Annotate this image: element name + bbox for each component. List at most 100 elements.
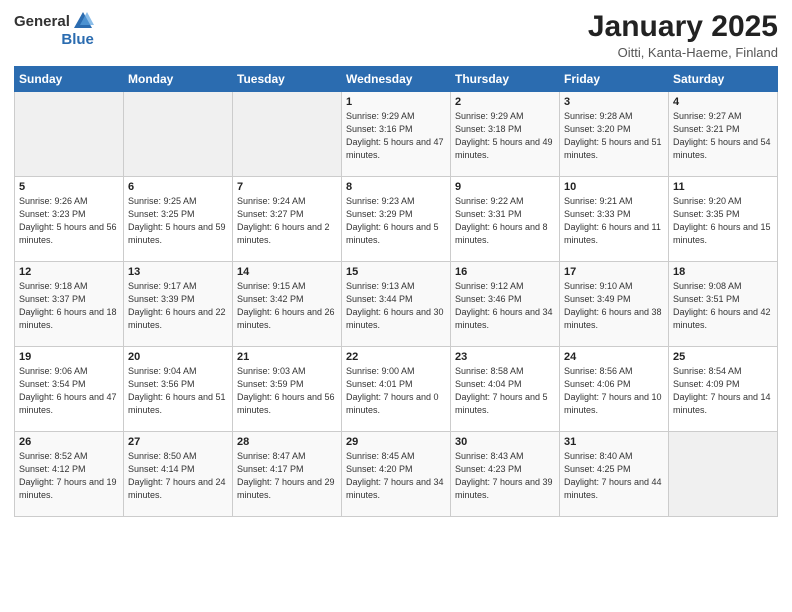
day-info: Sunrise: 8:47 AM Sunset: 4:17 PM Dayligh… xyxy=(237,450,337,502)
calendar-cell: 25 Sunrise: 8:54 AM Sunset: 4:09 PM Dayli… xyxy=(669,347,778,432)
header-sunday: Sunday xyxy=(15,67,124,92)
calendar-cell: 7 Sunrise: 9:24 AM Sunset: 3:27 PM Daylig… xyxy=(233,177,342,262)
calendar-cell: 19 Sunrise: 9:06 AM Sunset: 3:54 PM Dayli… xyxy=(15,347,124,432)
day-number: 3 xyxy=(564,96,664,108)
calendar-cell: 29Sunrise: 8:45 AM Sunset: 4:20 PM Dayli… xyxy=(342,432,451,517)
day-info: Sunrise: 8:56 AM Sunset: 4:06 PM Dayligh… xyxy=(564,365,664,417)
logo-blue: Blue xyxy=(61,32,94,47)
day-info: Sunrise: 8:43 AM Sunset: 4:23 PM Dayligh… xyxy=(455,450,555,502)
calendar-cell: 31Sunrise: 8:40 AM Sunset: 4:25 PM Dayli… xyxy=(560,432,669,517)
day-info: Sunrise: 9:04 AM Sunset: 3:56 PM Dayligh… xyxy=(128,365,228,417)
calendar-cell: 13 Sunrise: 9:17 AM Sunset: 3:39 PM Dayli… xyxy=(124,262,233,347)
day-info: Sunrise: 8:54 AM Sunset: 4:09 PM Dayligh… xyxy=(673,365,773,417)
day-number: 15 xyxy=(346,266,446,278)
day-info: Sunrise: 9:18 AM Sunset: 3:37 PM Dayligh… xyxy=(19,280,119,332)
day-info: Sunrise: 9:06 AM Sunset: 3:54 PM Dayligh… xyxy=(19,365,119,417)
day-info: Sunrise: 9:25 AM Sunset: 3:25 PM Dayligh… xyxy=(128,195,228,247)
calendar-cell: 17Sunrise: 9:10 AM Sunset: 3:49 PM Dayli… xyxy=(560,262,669,347)
day-info: Sunrise: 9:13 AM Sunset: 3:44 PM Dayligh… xyxy=(346,280,446,332)
calendar-cell: 9Sunrise: 9:22 AM Sunset: 3:31 PM Daylig… xyxy=(451,177,560,262)
calendar-cell: 11 Sunrise: 9:20 AM Sunset: 3:35 PM Dayli… xyxy=(669,177,778,262)
day-number: 18 xyxy=(673,266,773,278)
calendar-cell: 15 Sunrise: 9:13 AM Sunset: 3:44 PM Dayli… xyxy=(342,262,451,347)
calendar-cell: 28 Sunrise: 8:47 AM Sunset: 4:17 PM Dayli… xyxy=(233,432,342,517)
day-info: Sunrise: 9:08 AM Sunset: 3:51 PM Dayligh… xyxy=(673,280,773,332)
day-info: Sunrise: 8:50 AM Sunset: 4:14 PM Dayligh… xyxy=(128,450,228,502)
day-number: 16 xyxy=(455,266,555,278)
day-number: 25 xyxy=(673,351,773,363)
calendar-cell: 1 Sunrise: 9:29 AM Sunset: 3:16 PM Daylig… xyxy=(342,92,451,177)
calendar-week-4: 19 Sunrise: 9:06 AM Sunset: 3:54 PM Dayli… xyxy=(15,347,778,432)
day-info: Sunrise: 9:17 AM Sunset: 3:39 PM Dayligh… xyxy=(128,280,228,332)
calendar-cell: 2 Sunrise: 9:29 AM Sunset: 3:18 PM Daylig… xyxy=(451,92,560,177)
calendar-cell: 6 Sunrise: 9:25 AM Sunset: 3:25 PM Daylig… xyxy=(124,177,233,262)
calendar-cell: 12 Sunrise: 9:18 AM Sunset: 3:37 PM Dayli… xyxy=(15,262,124,347)
day-info: Sunrise: 9:29 AM Sunset: 3:16 PM Dayligh… xyxy=(346,110,446,162)
day-number: 31 xyxy=(564,436,664,448)
day-info: Sunrise: 9:03 AM Sunset: 3:59 PM Dayligh… xyxy=(237,365,337,417)
calendar-cell: 8 Sunrise: 9:23 AM Sunset: 3:29 PM Daylig… xyxy=(342,177,451,262)
calendar-week-2: 5 Sunrise: 9:26 AM Sunset: 3:23 PM Daylig… xyxy=(15,177,778,262)
calendar-cell: 27Sunrise: 8:50 AM Sunset: 4:14 PM Dayli… xyxy=(124,432,233,517)
calendar-cell: 18 Sunrise: 9:08 AM Sunset: 3:51 PM Dayli… xyxy=(669,262,778,347)
header-thursday: Thursday xyxy=(451,67,560,92)
day-info: Sunrise: 9:26 AM Sunset: 3:23 PM Dayligh… xyxy=(19,195,119,247)
calendar-cell xyxy=(233,92,342,177)
calendar-cell: 20 Sunrise: 9:04 AM Sunset: 3:56 PM Dayli… xyxy=(124,347,233,432)
day-number: 13 xyxy=(128,266,228,278)
weekday-header-row: Sunday Monday Tuesday Wednesday Thursday… xyxy=(15,67,778,92)
calendar-cell: 14Sunrise: 9:15 AM Sunset: 3:42 PM Dayli… xyxy=(233,262,342,347)
day-number: 30 xyxy=(455,436,555,448)
day-number: 26 xyxy=(19,436,119,448)
day-info: Sunrise: 9:22 AM Sunset: 3:31 PM Dayligh… xyxy=(455,195,555,247)
day-number: 12 xyxy=(19,266,119,278)
day-number: 10 xyxy=(564,181,664,193)
calendar-subtitle: Oitti, Kanta-Haeme, Finland xyxy=(588,45,778,60)
calendar-cell: 30 Sunrise: 8:43 AM Sunset: 4:23 PM Dayli… xyxy=(451,432,560,517)
day-number: 2 xyxy=(455,96,555,108)
day-info: Sunrise: 9:24 AM Sunset: 3:27 PM Dayligh… xyxy=(237,195,337,247)
day-info: Sunrise: 9:21 AM Sunset: 3:33 PM Dayligh… xyxy=(564,195,664,247)
day-info: Sunrise: 9:20 AM Sunset: 3:35 PM Dayligh… xyxy=(673,195,773,247)
day-info: Sunrise: 8:52 AM Sunset: 4:12 PM Dayligh… xyxy=(19,450,119,502)
header: General Blue January 2025 Oitti, Kanta-H… xyxy=(14,10,778,60)
day-info: Sunrise: 8:58 AM Sunset: 4:04 PM Dayligh… xyxy=(455,365,555,417)
day-number: 11 xyxy=(673,181,773,193)
day-number: 21 xyxy=(237,351,337,363)
calendar-cell: 3Sunrise: 9:28 AM Sunset: 3:20 PM Daylig… xyxy=(560,92,669,177)
day-number: 1 xyxy=(346,96,446,108)
day-info: Sunrise: 9:23 AM Sunset: 3:29 PM Dayligh… xyxy=(346,195,446,247)
logo-general: General xyxy=(14,14,70,29)
day-number: 22 xyxy=(346,351,446,363)
day-info: Sunrise: 9:27 AM Sunset: 3:21 PM Dayligh… xyxy=(673,110,773,162)
day-number: 19 xyxy=(19,351,119,363)
day-number: 7 xyxy=(237,181,337,193)
page: General Blue January 2025 Oitti, Kanta-H… xyxy=(0,0,792,612)
day-info: Sunrise: 9:10 AM Sunset: 3:49 PM Dayligh… xyxy=(564,280,664,332)
header-monday: Monday xyxy=(124,67,233,92)
calendar-title: January 2025 xyxy=(588,10,778,43)
day-number: 28 xyxy=(237,436,337,448)
day-info: Sunrise: 9:29 AM Sunset: 3:18 PM Dayligh… xyxy=(455,110,555,162)
header-tuesday: Tuesday xyxy=(233,67,342,92)
day-number: 8 xyxy=(346,181,446,193)
day-number: 4 xyxy=(673,96,773,108)
calendar-cell: 16Sunrise: 9:12 AM Sunset: 3:46 PM Dayli… xyxy=(451,262,560,347)
day-number: 20 xyxy=(128,351,228,363)
day-number: 5 xyxy=(19,181,119,193)
day-number: 24 xyxy=(564,351,664,363)
calendar-cell: 10 Sunrise: 9:21 AM Sunset: 3:33 PM Dayli… xyxy=(560,177,669,262)
calendar-cell: 5 Sunrise: 9:26 AM Sunset: 3:23 PM Daylig… xyxy=(15,177,124,262)
calendar-week-3: 12 Sunrise: 9:18 AM Sunset: 3:37 PM Dayli… xyxy=(15,262,778,347)
day-info: Sunrise: 9:00 AM Sunset: 4:01 PM Dayligh… xyxy=(346,365,446,417)
calendar-cell: 22 Sunrise: 9:00 AM Sunset: 4:01 PM Dayli… xyxy=(342,347,451,432)
day-number: 14 xyxy=(237,266,337,278)
calendar-cell xyxy=(669,432,778,517)
header-friday: Friday xyxy=(560,67,669,92)
day-number: 29 xyxy=(346,436,446,448)
header-saturday: Saturday xyxy=(669,67,778,92)
calendar-week-5: 26 Sunrise: 8:52 AM Sunset: 4:12 PM Dayli… xyxy=(15,432,778,517)
day-number: 6 xyxy=(128,181,228,193)
calendar-cell xyxy=(15,92,124,177)
calendar-cell: 26 Sunrise: 8:52 AM Sunset: 4:12 PM Dayli… xyxy=(15,432,124,517)
